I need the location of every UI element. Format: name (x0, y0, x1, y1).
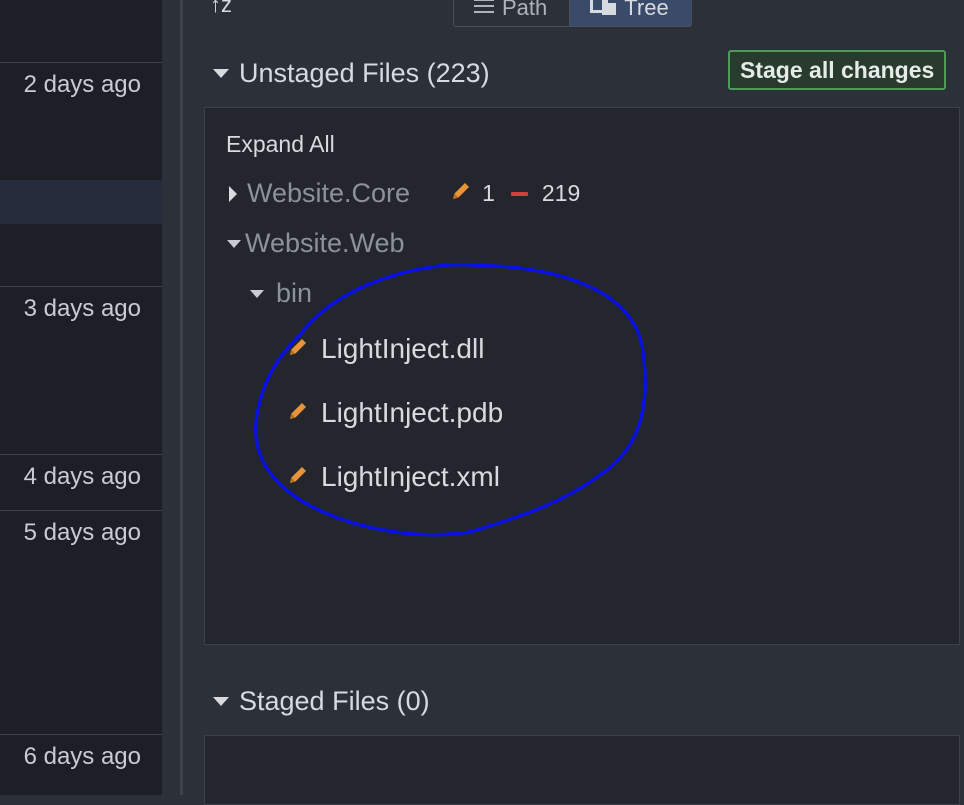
history-divider (0, 454, 162, 455)
panel-splitter[interactable] (162, 0, 183, 795)
unstaged-header[interactable]: Unstaged Files (223) (213, 58, 490, 89)
collapse-icon (213, 697, 229, 706)
stage-all-button[interactable]: Stage all changes (728, 50, 947, 90)
folder-name: Website.Core (247, 178, 411, 208)
commit-time: 3 days ago (23, 295, 141, 322)
list-icon (474, 0, 494, 21)
history-divider (0, 510, 162, 511)
history-divider (0, 734, 162, 735)
tree-view-label: Tree (624, 0, 669, 20)
path-view-button[interactable]: Path (454, 0, 570, 26)
file-name: LightInject.dll (321, 333, 485, 364)
folder-name: bin (276, 278, 313, 308)
file-row[interactable]: LightInject.pdb (287, 397, 503, 429)
commit-time: 2 days ago (23, 71, 141, 98)
file-name: LightInject.xml (321, 461, 500, 492)
commit-history-panel: 2 days ago 3 days ago 4 days ago 5 days … (0, 0, 162, 795)
tree-folder-bin[interactable]: bin (250, 278, 312, 309)
commit-time: 5 days ago (23, 519, 141, 546)
view-mode-toggle: Path Tree (453, 0, 692, 27)
pencil-icon (287, 464, 309, 491)
pencil-icon (450, 180, 472, 207)
commit-time: 6 days ago (23, 743, 141, 770)
folder-name: Website.Web (245, 228, 405, 258)
file-name: LightInject.pdb (321, 397, 504, 428)
collapse-icon (227, 239, 241, 248)
history-divider (0, 286, 162, 287)
deleted-count: 219 (541, 180, 581, 206)
collapse-icon (213, 69, 229, 78)
modified-count: 1 (482, 180, 495, 206)
working-copy-panel: ↑z Path Tree Unstaged Files (223) Stage … (183, 0, 964, 805)
collapse-icon (250, 289, 264, 298)
history-divider (0, 62, 162, 63)
expand-all-link[interactable]: Expand All (226, 131, 335, 158)
unstaged-title: Unstaged Files (223) (239, 58, 490, 88)
unstaged-file-tree: Expand All Website.Core 1 219 Website.We… (204, 107, 960, 645)
tree-view-button[interactable]: Tree (569, 0, 691, 26)
tree-icon (590, 0, 617, 21)
selected-commit-row[interactable] (0, 180, 162, 224)
commit-time: 4 days ago (23, 463, 141, 490)
file-row[interactable]: LightInject.xml (287, 461, 500, 493)
pencil-icon (287, 400, 309, 427)
tree-folder-website-core[interactable]: Website.Core 1 219 (229, 178, 580, 209)
pencil-icon (287, 336, 309, 363)
expand-icon (229, 185, 237, 202)
sort-icon[interactable]: ↑z (210, 0, 232, 18)
file-row[interactable]: LightInject.dll (287, 333, 484, 365)
tree-folder-website-web[interactable]: Website.Web (227, 228, 405, 259)
staged-header[interactable]: Staged Files (0) (213, 686, 430, 717)
path-view-label: Path (502, 0, 548, 20)
staged-title: Staged Files (0) (239, 686, 430, 716)
minus-icon (510, 191, 528, 196)
